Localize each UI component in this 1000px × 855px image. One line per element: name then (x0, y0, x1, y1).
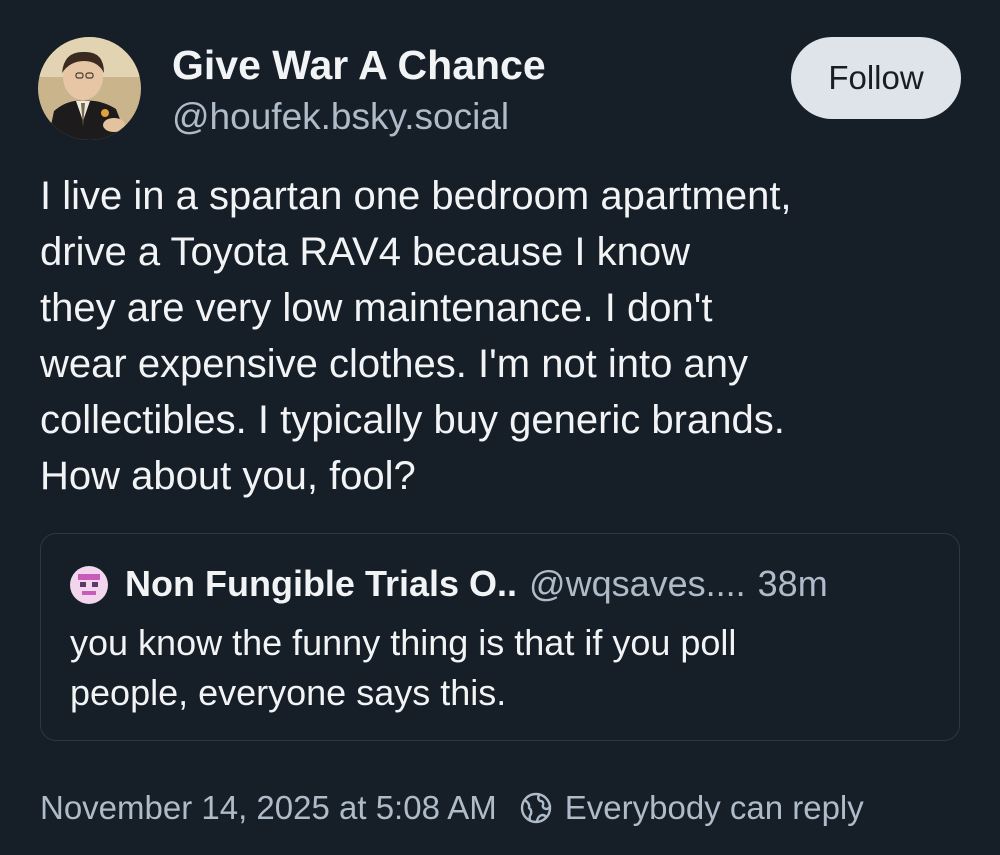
post-text-line: drive a Toyota RAV4 because I know (40, 230, 690, 274)
author-display-name[interactable]: Give War A Chance (172, 40, 546, 90)
quoted-post-card[interactable]: Non Fungible Trials O.. @wqsaves.... 38m y… (40, 533, 960, 741)
follow-button[interactable]: Follow (791, 37, 961, 119)
post-text-line: collectibles. I typically buy generic br… (40, 398, 785, 442)
post-text-line: wear expensive clothes. I'm not into any (40, 342, 749, 386)
quoted-post-header: Non Fungible Trials O.. @wqsaves.... 38m (125, 561, 828, 607)
globe-icon (519, 791, 553, 825)
quoted-post-text: you know the funny thing is that if you … (70, 618, 930, 718)
author-handle[interactable]: @houfek.bsky.social (172, 94, 509, 140)
author-avatar-image (38, 37, 141, 140)
post-text-line: I live in a spartan one bedroom apartmen… (40, 174, 792, 218)
post-footer: November 14, 2025 at 5:08 AM Everybody c… (40, 784, 864, 832)
post-text: I live in a spartan one bedroom apartmen… (40, 168, 970, 504)
quoted-text-line: you know the funny thing is that if you … (70, 622, 737, 663)
quoted-text-line: people, everyone says this. (70, 672, 507, 713)
post-timestamp: November 14, 2025 at 5:08 AM (40, 789, 497, 826)
post: Give War A Chance @houfek.bsky.social Fo… (0, 0, 1000, 855)
author-avatar[interactable] (38, 37, 141, 140)
quoted-author-avatar[interactable] (70, 566, 108, 604)
quoted-author-handle[interactable]: @wqsaves.... (529, 563, 746, 604)
post-text-line: they are very low maintenance. I don't (40, 286, 713, 330)
quoted-post-time: 38m (757, 563, 828, 604)
reply-setting-label[interactable]: Everybody can reply (565, 784, 864, 832)
quoted-author-name[interactable]: Non Fungible Trials O.. (125, 563, 517, 604)
post-text-line: How about you, fool? (40, 454, 416, 498)
pixel-face-icon (70, 566, 108, 604)
